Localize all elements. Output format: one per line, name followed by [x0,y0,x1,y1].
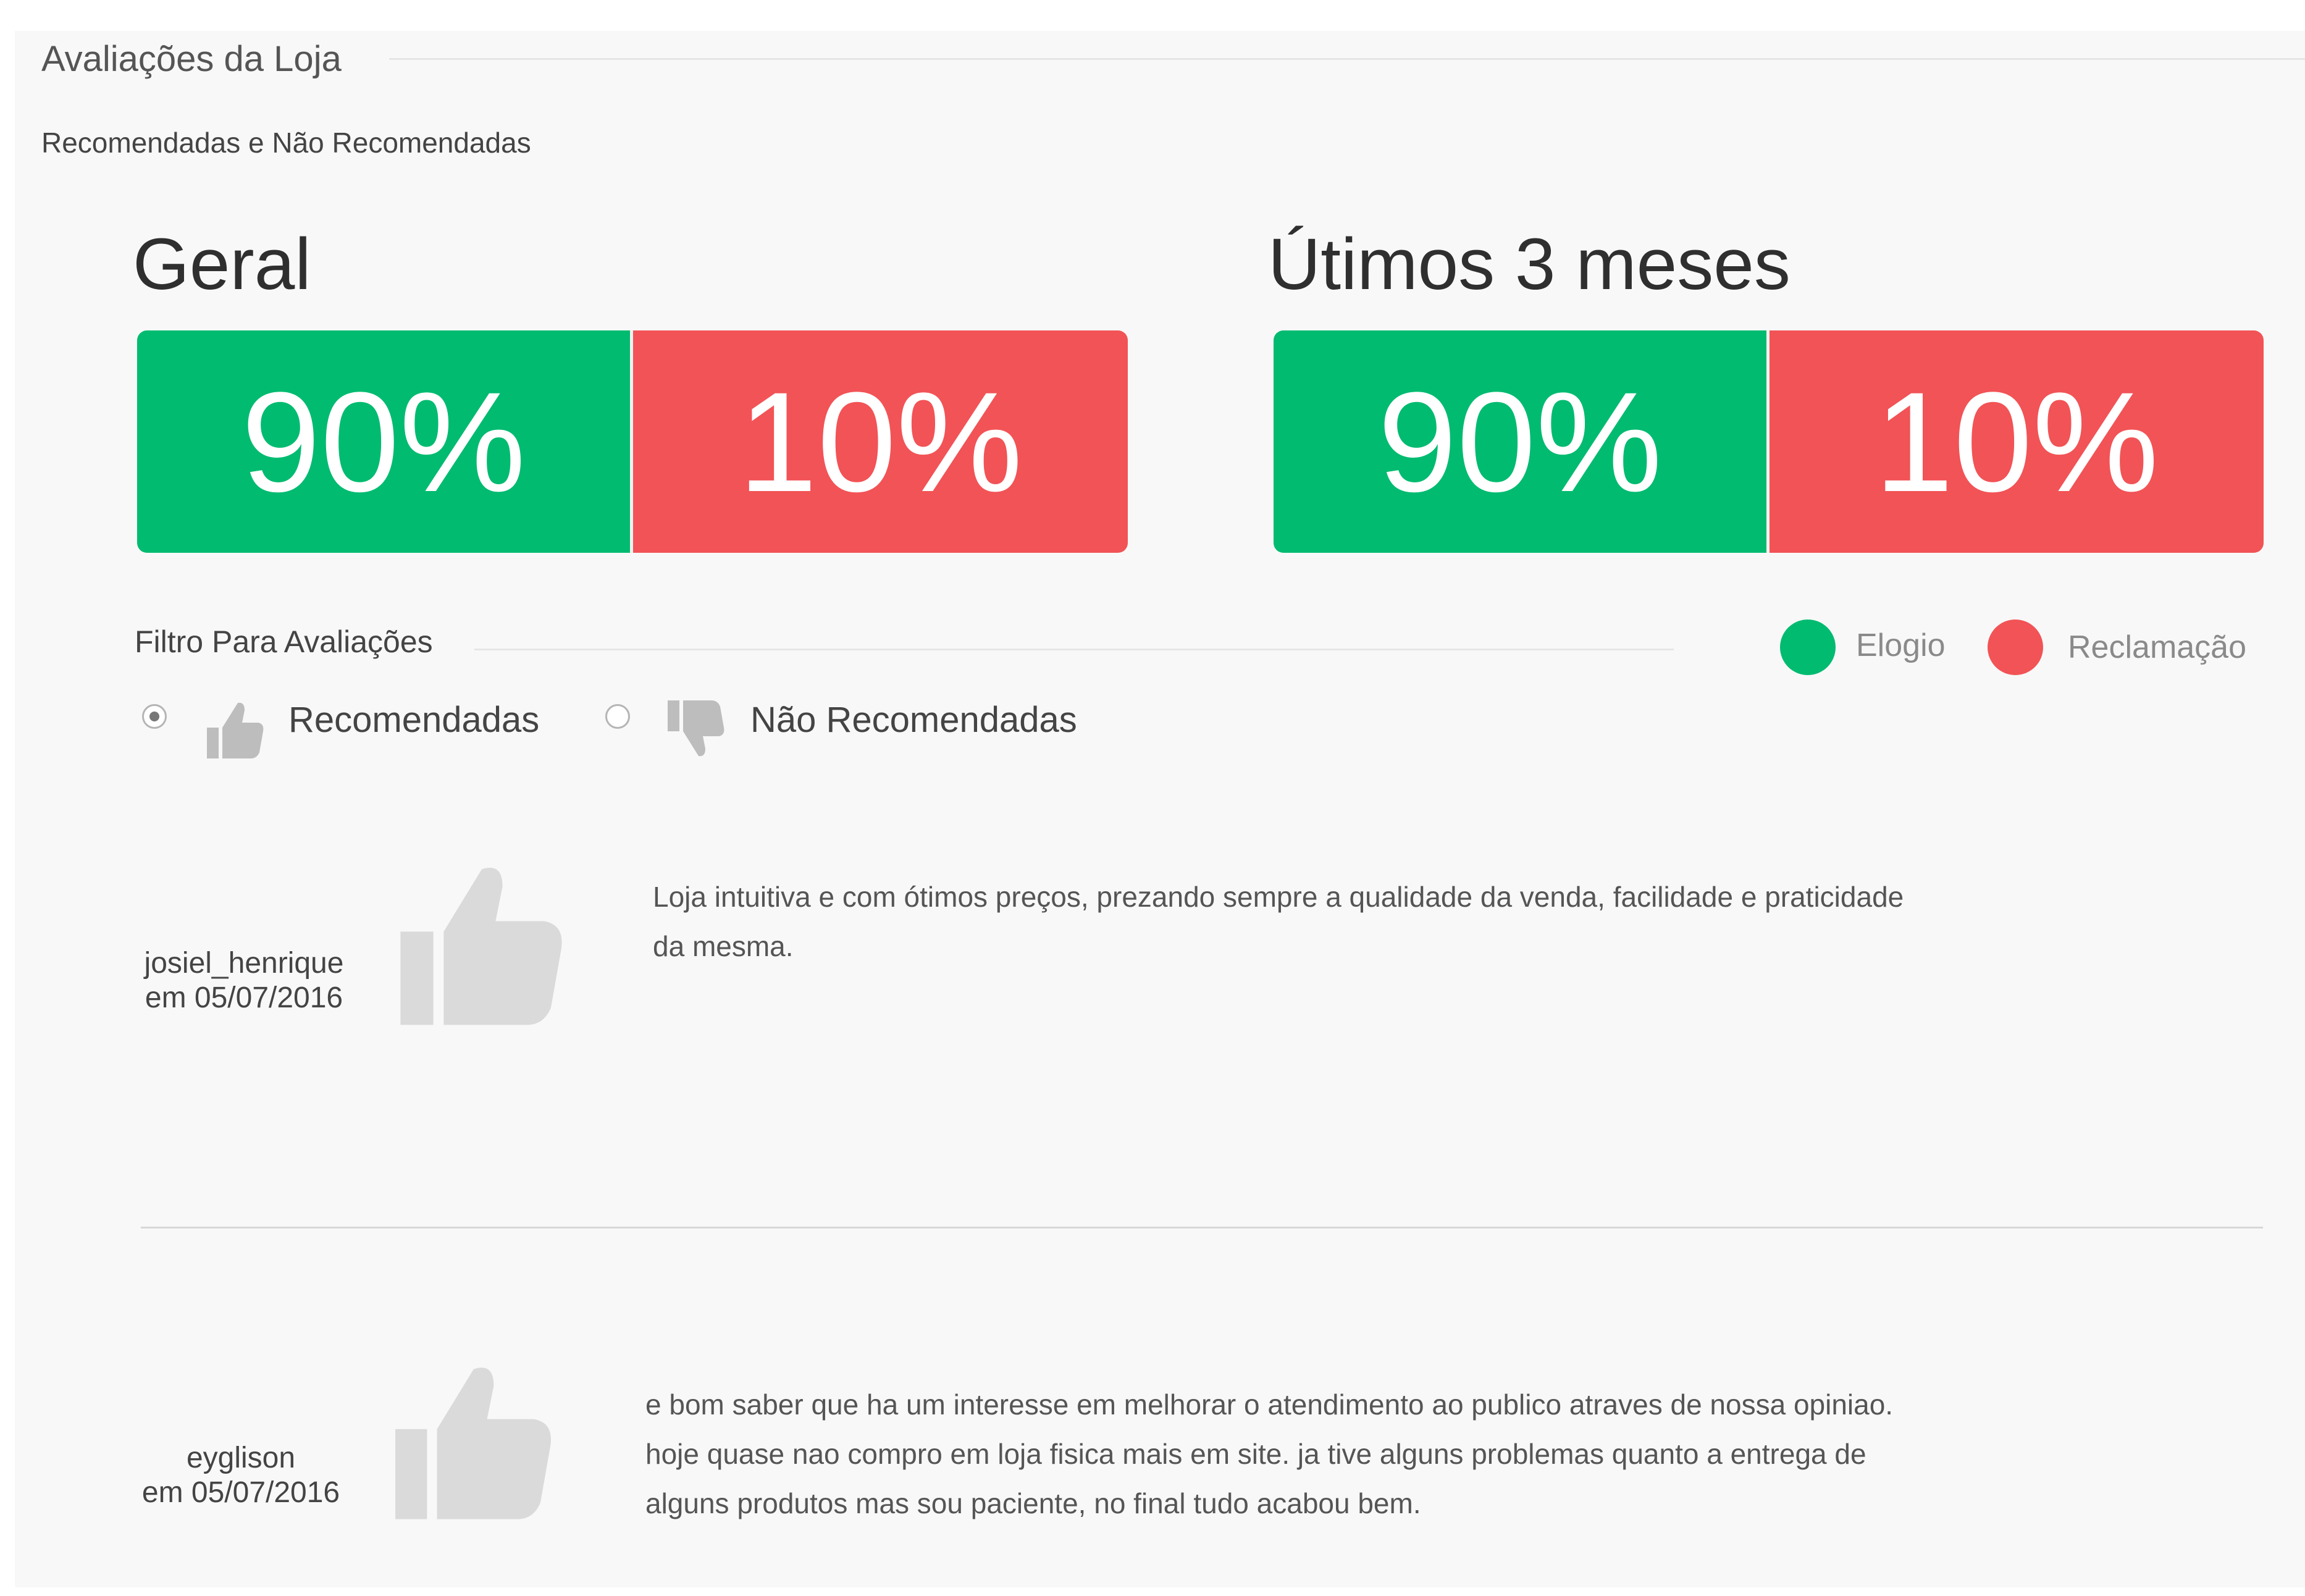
legend-label-reclamacao: Reclamação [2068,629,2247,665]
review-username: eyglison [186,1442,296,1474]
positive-percentage: 90% [137,330,630,553]
summary-bar-overall: 90% 10% [137,330,1128,553]
thumbs-up-icon [395,1367,551,1519]
summary-heading-overall: Geral [133,224,311,305]
filter-label-recommended: Recomendadas [288,700,540,740]
thumbs-up-icon [207,702,264,758]
positive-percentage: 90% [1274,330,1766,553]
legend-label-elogio: Elogio [1856,628,1946,663]
filter-title: Filtro Para Avaliações [135,624,433,659]
filter-option-not-recommended[interactable]: Não Recomendadas [605,700,1087,760]
thumbs-down-icon [668,700,724,757]
negative-percentage: 10% [1770,330,2264,553]
summary-heading-last-3-months: Útimos 3 meses [1268,224,1791,305]
review-divider [141,1227,2263,1228]
review-item: eyglison em 05/07/2016 e bom saber que h… [0,1353,2305,1587]
radio-recommended[interactable] [142,704,167,729]
review-username: josiel_henrique [144,947,344,980]
negative-percentage: 10% [633,330,1128,553]
page-title: Avaliações da Loja [41,39,342,79]
summary-bar-last-3-months: 90% 10% [1274,330,2264,553]
review-item: josiel_henrique em 05/07/2016 Loja intui… [0,852,2305,1136]
review-meta: josiel_henrique em 05/07/2016 [133,946,355,1015]
review-meta: eyglison em 05/07/2016 [130,1441,352,1510]
review-date: em 05/07/2016 [145,981,343,1014]
review-text: Loja intuitiva e com ótimos preços, prez… [653,881,1904,962]
review-date: em 05/07/2016 [141,1476,340,1509]
page-subtitle: Recomendadas e Não Recomendadas [41,127,531,159]
radio-not-recommended[interactable] [605,704,630,729]
filter-divider [474,649,1674,650]
legend-dot-elogio [1780,620,1836,675]
title-divider [389,58,2305,60]
legend-dot-reclamacao [1988,620,2043,675]
filter-label-not-recommended: Não Recomendadas [750,700,1077,740]
thumbs-up-icon [400,867,562,1025]
review-text: e bom saber que ha um interesse em melho… [645,1388,1894,1519]
filter-option-recommended[interactable]: Recomendadas [142,700,611,760]
